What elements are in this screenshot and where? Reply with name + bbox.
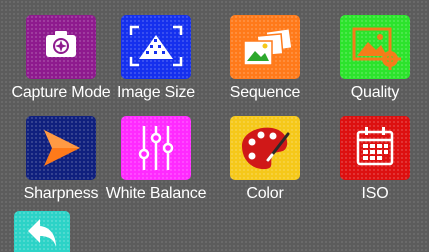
image-size-icon[interactable] (121, 15, 191, 79)
sharpness-tile[interactable]: Sharpness (24, 116, 99, 202)
quality-tile[interactable]: Quality (340, 15, 410, 101)
iso-tile[interactable]: ISO (340, 116, 410, 202)
palette-icon[interactable] (230, 116, 300, 180)
capture-mode-tile[interactable]: Capture Mode (12, 15, 111, 101)
photo-sequence-icon[interactable] (230, 15, 300, 79)
color-tile[interactable]: Color (230, 116, 300, 202)
sharpness-arrow-icon[interactable] (26, 116, 96, 180)
quality-label: Quality (350, 84, 400, 101)
sliders-icon[interactable] (121, 116, 191, 180)
calendar-icon[interactable] (340, 116, 410, 180)
white-balance-tile[interactable]: White Balance (106, 116, 206, 202)
camera-aperture-icon[interactable] (26, 15, 96, 79)
image-size-tile[interactable]: Image Size (117, 15, 195, 101)
settings-menu-grid: Capture Mode Image Size Sequence Quality… (0, 0, 429, 252)
sequence-tile[interactable]: Sequence (230, 15, 300, 101)
back-button[interactable] (14, 211, 70, 252)
image-quality-icon[interactable] (340, 15, 410, 79)
back-arrow-icon (28, 219, 56, 247)
iso-label: ISO (361, 185, 389, 202)
